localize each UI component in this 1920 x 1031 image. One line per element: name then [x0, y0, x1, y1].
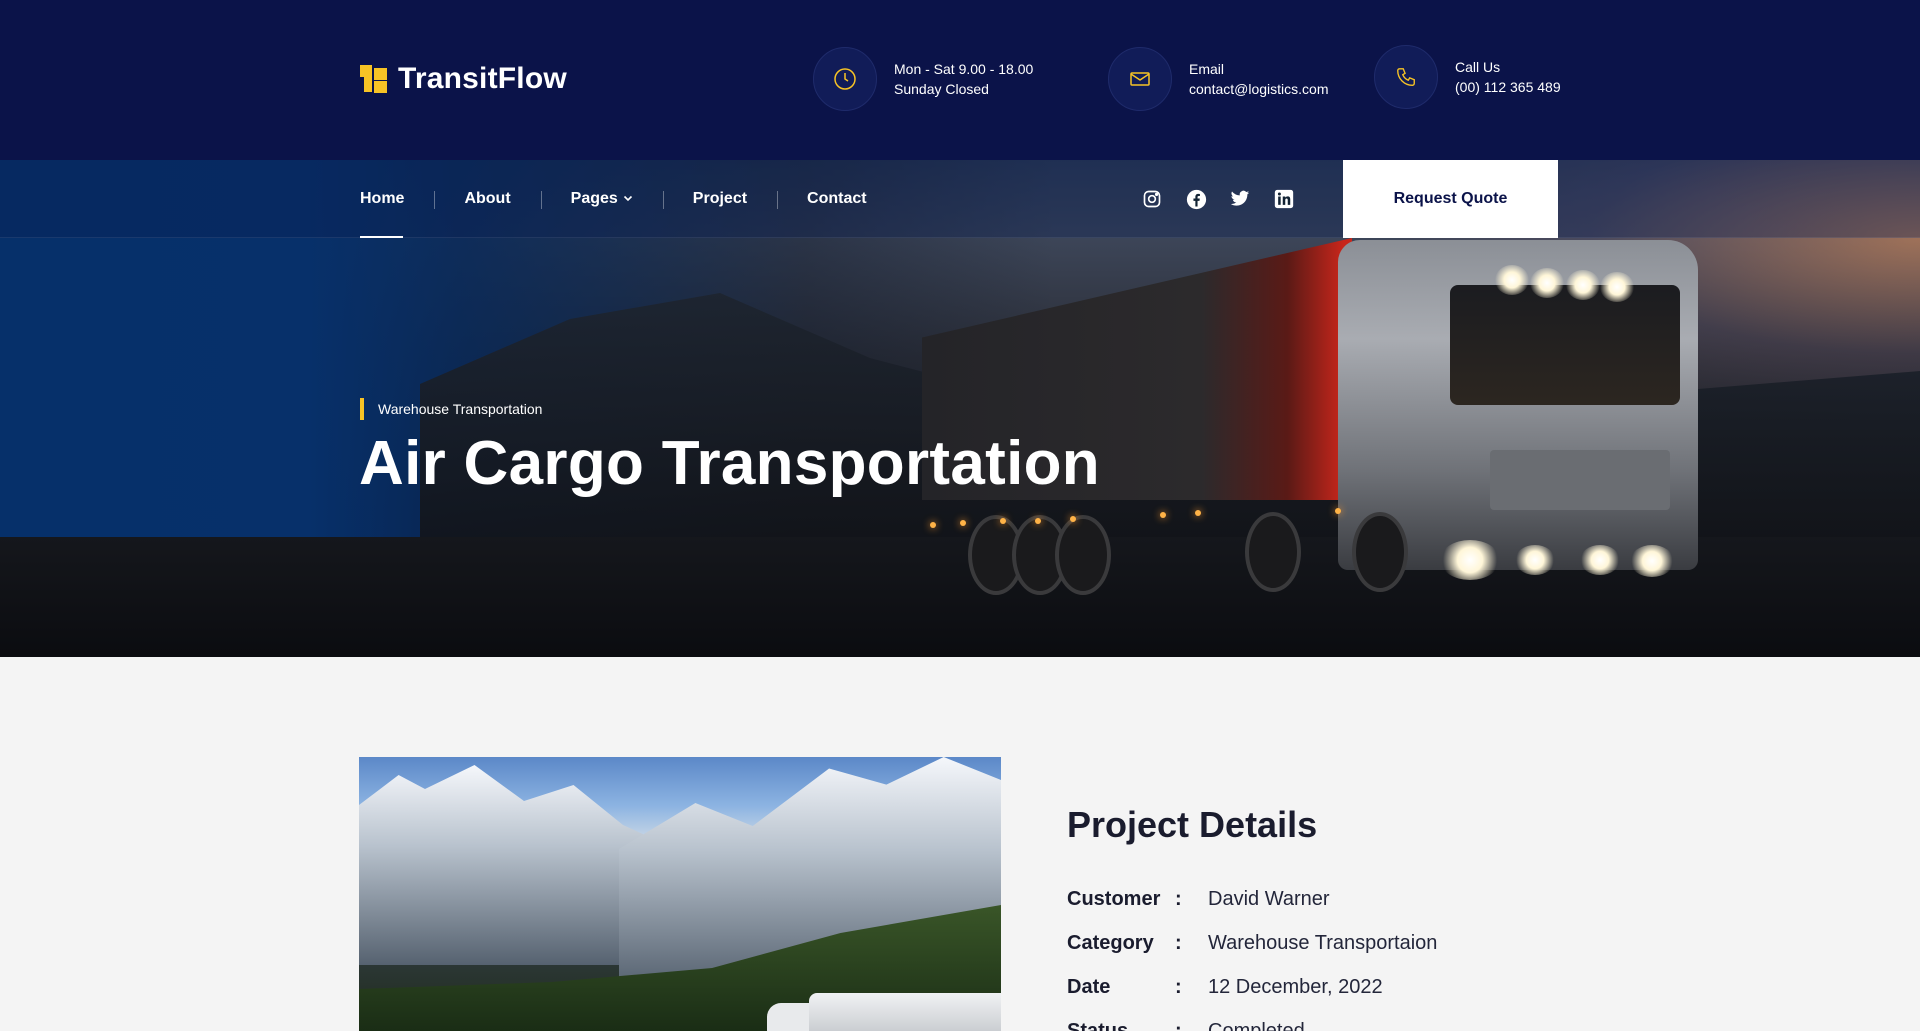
mail-icon	[1108, 47, 1172, 111]
brand-logo[interactable]: TransitFlow	[360, 62, 567, 96]
clock-icon	[813, 47, 877, 111]
detail-row-customer: Customer : David Warner	[1067, 884, 1330, 914]
nav-item-about[interactable]: About	[434, 160, 540, 238]
nav-menu: Home About Pages Project Contact	[360, 160, 897, 238]
phone-number[interactable]: (00) 112 365 489	[1455, 77, 1561, 97]
detail-key: Customer	[1067, 887, 1161, 910]
nav-item-home[interactable]: Home	[360, 160, 434, 238]
project-image	[359, 757, 1001, 1031]
phone-icon	[1374, 45, 1438, 109]
detail-value: Warehouse Transportaion	[1208, 931, 1438, 954]
detail-row-category: Category : Warehouse Transportaion	[1067, 928, 1437, 958]
project-details-heading: Project Details	[1067, 804, 1318, 845]
email-info: Email contact@logistics.com	[1108, 47, 1328, 111]
detail-value: Completed	[1208, 1019, 1305, 1031]
detail-row-status: Status : Completed	[1067, 1016, 1305, 1031]
email-address[interactable]: contact@logistics.com	[1189, 79, 1328, 99]
detail-key: Date	[1067, 975, 1111, 998]
phone-info: Call Us (00) 112 365 489	[1374, 45, 1561, 109]
detail-key: Category	[1067, 931, 1154, 954]
chevron-down-icon	[623, 193, 633, 206]
brand-name: TransitFlow	[398, 62, 567, 95]
detail-separator: :	[1175, 931, 1182, 954]
detail-separator: :	[1175, 975, 1182, 998]
instagram-icon[interactable]	[1141, 188, 1163, 210]
detail-separator: :	[1175, 887, 1182, 910]
hours-line: Mon - Sat 9.00 - 18.00	[894, 61, 1034, 77]
linkedin-icon[interactable]	[1273, 188, 1295, 210]
closed-line: Sunday Closed	[894, 81, 989, 97]
social-links	[1141, 188, 1295, 210]
detail-separator: :	[1175, 1019, 1182, 1031]
nav-item-pages[interactable]: Pages	[540, 160, 663, 238]
twitter-icon[interactable]	[1229, 188, 1251, 210]
hero-subtitle: Warehouse Transportation	[360, 398, 542, 420]
nav-item-project[interactable]: Project	[662, 160, 777, 238]
hero-title: Air Cargo Transportation	[359, 429, 1100, 498]
main-navbar: Home About Pages Project Contact	[0, 160, 1920, 238]
detail-value: David Warner	[1208, 887, 1330, 910]
hours-info: Mon - Sat 9.00 - 18.00 Sunday Closed	[813, 47, 1033, 111]
logo-mark-icon	[360, 65, 388, 93]
detail-value: 12 December, 2022	[1208, 975, 1383, 998]
facebook-icon[interactable]	[1185, 188, 1207, 210]
detail-key: Status	[1067, 1019, 1129, 1031]
detail-row-date: Date : 12 December, 2022	[1067, 972, 1383, 1002]
request-quote-button[interactable]: Request Quote	[1343, 160, 1558, 238]
top-header: TransitFlow Mon - Sat 9.00 - 18.00 Sunda…	[0, 0, 1920, 160]
nav-item-contact[interactable]: Contact	[777, 160, 897, 238]
phone-label: Call Us	[1455, 59, 1501, 75]
email-label: Email	[1189, 61, 1225, 77]
